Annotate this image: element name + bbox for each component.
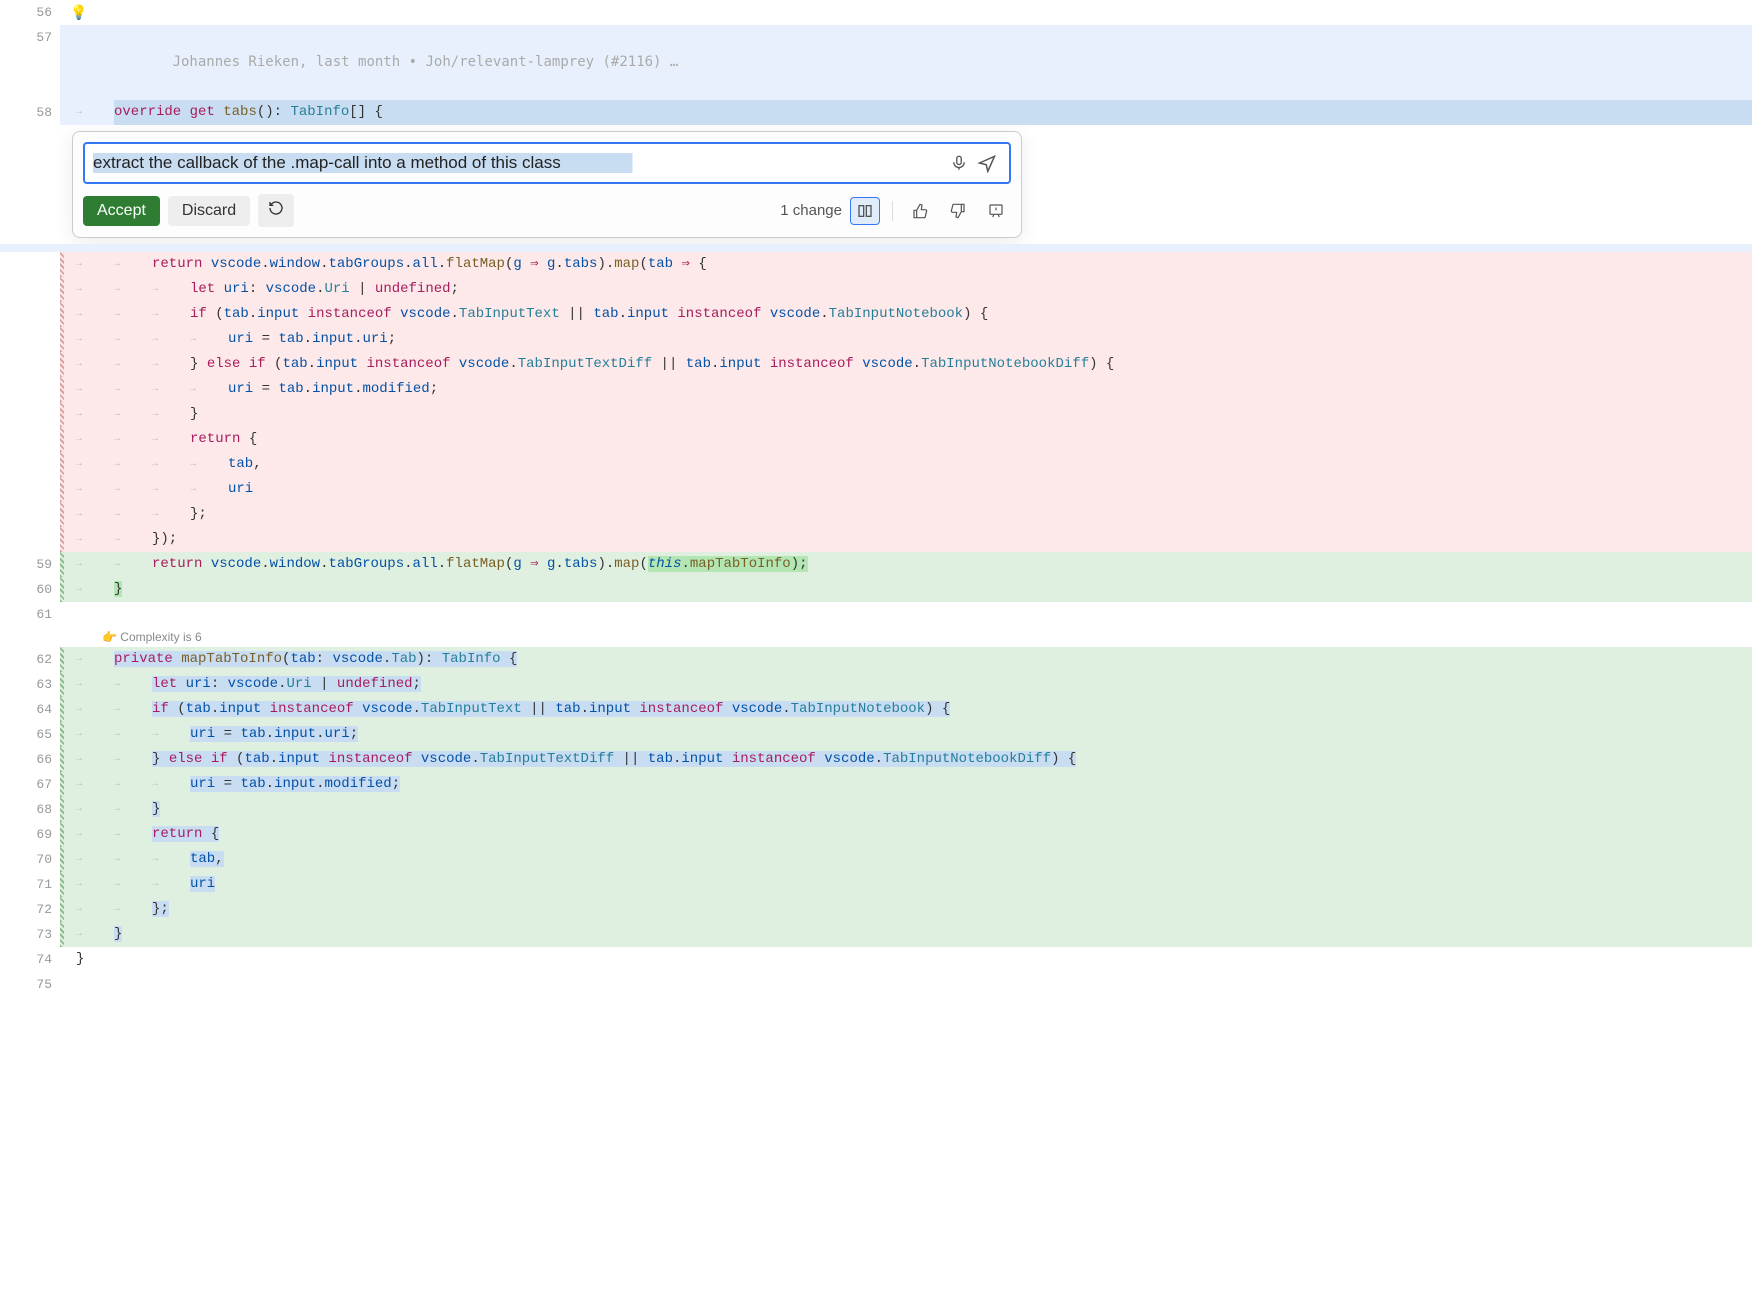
code-line-removed[interactable]: →→→} <box>0 402 1752 427</box>
code-text: }; <box>190 502 1752 527</box>
code-line-removed[interactable]: →→→→uri = tab.input.modified; <box>0 377 1752 402</box>
line-number: 61 <box>0 602 60 627</box>
line-number: 59 <box>0 552 60 577</box>
code-text: uri = tab.input.uri; <box>228 327 1752 352</box>
code-line-added[interactable]: 64→→if (tab.input instanceof vscode.TabI… <box>0 697 1752 722</box>
line-number: 62 <box>0 647 60 672</box>
code-text: uri = tab.input.uri; <box>190 722 1752 747</box>
code-line-removed[interactable]: →→→→uri = tab.input.uri; <box>0 327 1752 352</box>
codelens-complexity[interactable]: Complexity is 6 <box>0 627 1752 647</box>
line-number: 73 <box>0 922 60 947</box>
rerun-button[interactable] <box>258 194 294 227</box>
code-line-removed[interactable]: →→}); <box>0 527 1752 552</box>
code-line[interactable]: 57 Johannes Rieken, last month • Joh/rel… <box>0 25 1752 100</box>
code-line-removed[interactable]: →→→return { <box>0 427 1752 452</box>
code-line[interactable]: 74 } <box>0 947 1752 972</box>
code-line[interactable]: 61 <box>0 602 1752 627</box>
code-text: override get tabs(): TabInfo[] { <box>114 100 1752 125</box>
code-line-added[interactable]: 71→→→uri <box>0 872 1752 897</box>
inline-chat-widget: Accept Discard 1 change <box>72 131 1022 238</box>
code-line-removed[interactable]: →→→if (tab.input instanceof vscode.TabIn… <box>0 302 1752 327</box>
accept-button[interactable]: Accept <box>83 196 160 226</box>
code-line[interactable]: 56 💡 <box>0 0 1752 25</box>
code-text: } <box>114 922 1752 947</box>
code-line-added[interactable]: 70→→→tab, <box>0 847 1752 872</box>
diff-view-icon[interactable] <box>850 197 880 225</box>
mic-icon[interactable] <box>945 149 973 177</box>
code-text: return { <box>190 427 1752 452</box>
report-issue-icon[interactable] <box>981 197 1011 225</box>
code-text: }); <box>152 527 1752 552</box>
code-text: uri = tab.input.modified; <box>190 772 1752 797</box>
code-line-removed[interactable]: →→return vscode.window.tabGroups.all.fla… <box>0 252 1752 277</box>
code-text: tab, <box>228 452 1752 477</box>
code-text: uri <box>228 477 1752 502</box>
code-line-removed[interactable]: →→→→tab, <box>0 452 1752 477</box>
line-number: 74 <box>0 947 60 972</box>
code-text: uri = tab.input.modified; <box>228 377 1752 402</box>
code-editor[interactable]: 56 💡 57 Johannes Rieken, last month • Jo… <box>0 0 1752 997</box>
code-line-added[interactable]: 62→private mapTabToInfo(tab: vscode.Tab)… <box>0 647 1752 672</box>
code-text: } <box>76 947 1752 972</box>
code-line-removed[interactable]: →→→let uri: vscode.Uri | undefined; <box>0 277 1752 302</box>
chat-toolbar: Accept Discard 1 change <box>83 194 1011 227</box>
code-text: let uri: vscode.Uri | undefined; <box>152 672 1752 697</box>
code-text: if (tab.input instanceof vscode.TabInput… <box>190 302 1752 327</box>
chat-input[interactable] <box>93 153 945 173</box>
code-line-removed[interactable]: →→→} else if (tab.input instanceof vscod… <box>0 352 1752 377</box>
code-text: } <box>114 577 1752 602</box>
line-number: 75 <box>0 972 60 997</box>
code-line-added[interactable]: 68→→} <box>0 797 1752 822</box>
line-number: 70 <box>0 847 60 872</box>
code-line[interactable]: 58 → override get tabs(): TabInfo[] { <box>0 100 1752 125</box>
code-text: tab, <box>190 847 1752 872</box>
thumbs-down-icon[interactable] <box>943 197 973 225</box>
lightbulb-icon[interactable]: 💡 <box>70 2 87 27</box>
code-line-added[interactable]: 73→} <box>0 922 1752 947</box>
thumbs-up-icon[interactable] <box>905 197 935 225</box>
code-text: if (tab.input instanceof vscode.TabInput… <box>152 697 1752 722</box>
code-text: } <box>190 402 1752 427</box>
git-blame-annotation: Johannes Rieken, last month • Joh/releva… <box>64 25 1752 100</box>
code-line[interactable]: 75 <box>0 972 1752 997</box>
code-text: private mapTabToInfo(tab: vscode.Tab): T… <box>114 647 1752 672</box>
code-line-removed[interactable]: →→→→uri <box>0 477 1752 502</box>
code-text: let uri: vscode.Uri | undefined; <box>190 277 1752 302</box>
code-line-added[interactable]: 60 → } <box>0 577 1752 602</box>
line-number: 71 <box>0 872 60 897</box>
line-number: 60 <box>0 577 60 602</box>
code-text: return { <box>152 822 1752 847</box>
line-number: 63 <box>0 672 60 697</box>
code-text: }; <box>152 897 1752 922</box>
line-number: 67 <box>0 772 60 797</box>
code-text: return vscode.window.tabGroups.all.flatM… <box>152 552 1752 577</box>
send-icon[interactable] <box>973 149 1001 177</box>
chat-input-row <box>83 142 1011 184</box>
code-line-added[interactable]: 59 →→ return vscode.window.tabGroups.all… <box>0 552 1752 577</box>
changes-count: 1 change <box>780 202 842 219</box>
divider <box>892 201 893 221</box>
code-line-added[interactable]: 63→→let uri: vscode.Uri | undefined; <box>0 672 1752 697</box>
code-text: } else if (tab.input instanceof vscode.T… <box>152 747 1752 772</box>
line-number: 65 <box>0 722 60 747</box>
code-line-added[interactable]: 66→→} else if (tab.input instanceof vsco… <box>0 747 1752 772</box>
code-text: return vscode.window.tabGroups.all.flatM… <box>152 252 1752 277</box>
line-number: 69 <box>0 822 60 847</box>
line-number: 66 <box>0 747 60 772</box>
line-number: 64 <box>0 697 60 722</box>
line-number: 72 <box>0 897 60 922</box>
code-text: } <box>152 797 1752 822</box>
code-line-added[interactable]: 72→→}; <box>0 897 1752 922</box>
line-number: 58 <box>0 100 60 125</box>
discard-button[interactable]: Discard <box>168 196 250 226</box>
code-line-added[interactable]: 65→→→uri = tab.input.uri; <box>0 722 1752 747</box>
code-line-removed[interactable]: →→→}; <box>0 502 1752 527</box>
line-number: 68 <box>0 797 60 822</box>
code-text: } else if (tab.input instanceof vscode.T… <box>190 352 1752 377</box>
code-line-added[interactable]: 67→→→uri = tab.input.modified; <box>0 772 1752 797</box>
line-number: 56 <box>0 0 60 25</box>
code-text: uri <box>190 872 1752 897</box>
line-number: 57 <box>0 25 60 100</box>
code-line-added[interactable]: 69→→return { <box>0 822 1752 847</box>
